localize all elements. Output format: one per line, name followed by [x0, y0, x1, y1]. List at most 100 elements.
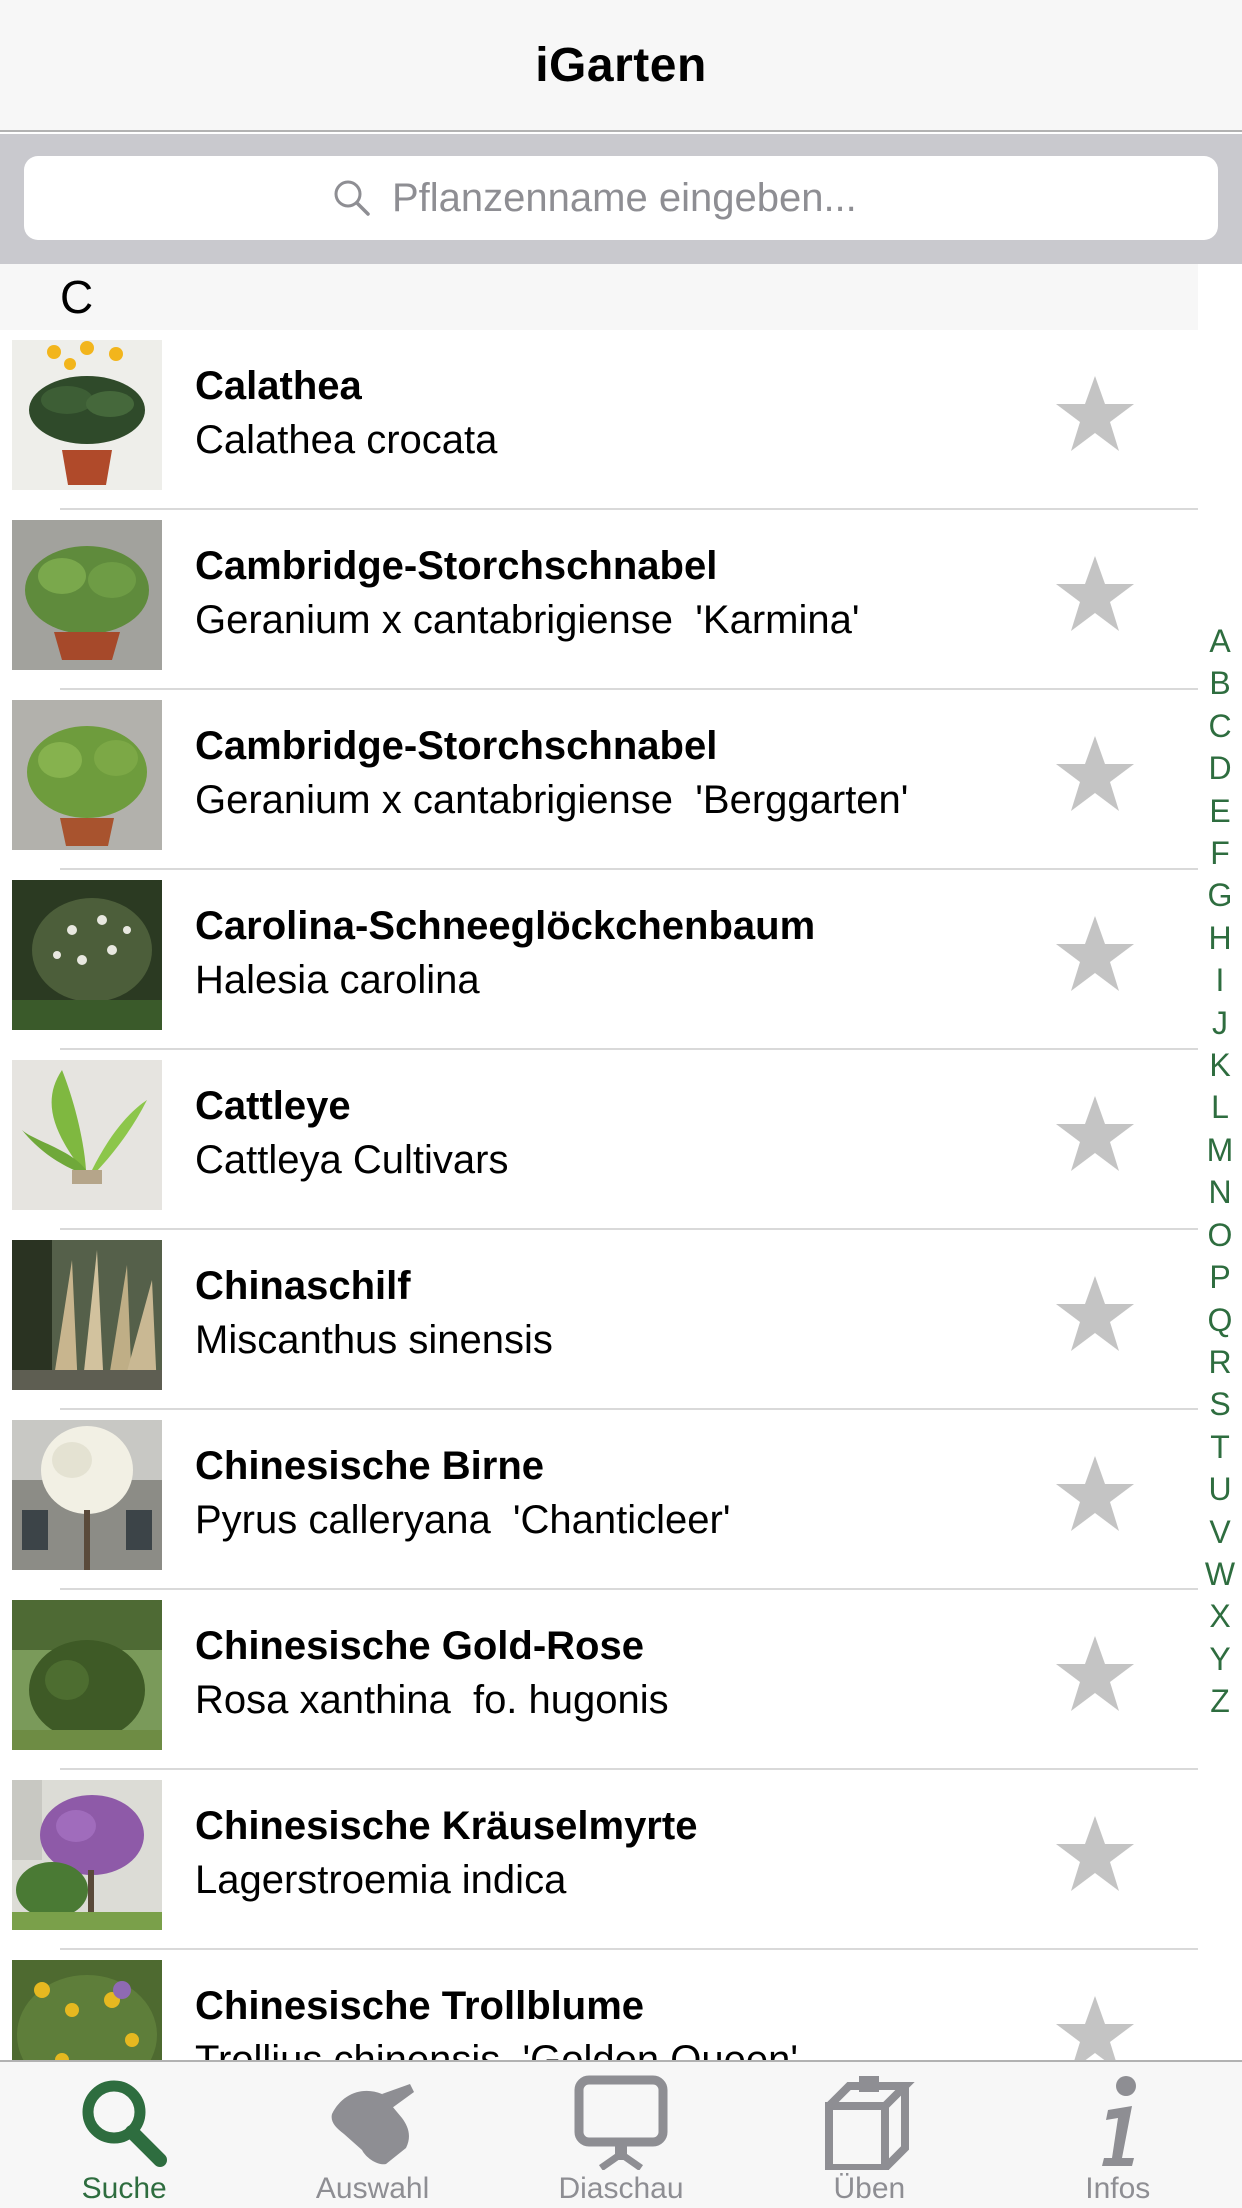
list-item[interactable]: Chinesische Kräuselmyrte Lagerstroemia i…	[0, 1770, 1198, 1950]
alphabet-index[interactable]: A B C D E F G H I J K L M N O P Q R S T …	[1198, 620, 1242, 1723]
star-icon[interactable]	[1054, 1454, 1136, 1534]
star-icon[interactable]	[1054, 554, 1136, 634]
plant-latin-name: Geranium x cantabrigiense 'Berggarten'	[195, 778, 909, 822]
index-letter[interactable]: O	[1208, 1214, 1233, 1256]
search-bar	[0, 134, 1242, 264]
index-letter[interactable]: U	[1208, 1468, 1231, 1510]
list-item[interactable]: Chinaschilf Miscanthus sinensis	[0, 1230, 1198, 1410]
index-letter[interactable]: G	[1208, 874, 1233, 916]
tab-label: Auswahl	[315, 2172, 430, 2205]
plant-latin-name: Rosa xanthina fo. hugonis	[195, 1678, 669, 1722]
plant-name: Cattleye	[195, 1084, 351, 1128]
tab-label: Üben	[833, 2172, 906, 2205]
plant-latin-name: Lagerstroemia indica	[195, 1858, 567, 1902]
list-item[interactable]: Chinesische Gold-Rose Rosa xanthina fo. …	[0, 1590, 1198, 1770]
search-field[interactable]	[24, 156, 1218, 240]
plant-name: Calathea	[195, 364, 362, 408]
flashcards-icon	[825, 2076, 915, 2170]
index-letter[interactable]: W	[1205, 1553, 1235, 1595]
tab-label: Diaschau	[558, 2172, 684, 2205]
index-letter[interactable]: A	[1209, 620, 1230, 662]
list-item[interactable]: Cambridge-Storchschnabel Geranium x cant…	[0, 510, 1198, 690]
search-input[interactable]	[392, 175, 912, 221]
star-icon[interactable]	[1054, 1094, 1136, 1174]
plant-thumbnail	[12, 1780, 162, 1930]
plant-thumbnail	[12, 700, 162, 850]
index-letter[interactable]: Z	[1210, 1680, 1230, 1722]
plant-name: Chinesische Gold-Rose	[195, 1624, 644, 1668]
list-item[interactable]: Cattleye Cattleya Cultivars	[0, 1050, 1198, 1230]
tab-bar: Suche Auswahl Diaschau Üben Infos	[0, 2060, 1242, 2208]
index-letter[interactable]: X	[1209, 1595, 1230, 1637]
tab-label: Suche	[81, 2172, 167, 2205]
list-item[interactable]: Cambridge-Storchschnabel Geranium x cant…	[0, 690, 1198, 870]
index-letter[interactable]: F	[1210, 832, 1230, 874]
list-item[interactable]: Chinesische Birne Pyrus calleryana 'Chan…	[0, 1410, 1198, 1590]
plant-latin-name: Pyrus calleryana 'Chanticleer'	[195, 1498, 731, 1542]
tab-suche[interactable]: Suche	[0, 2062, 248, 2208]
index-letter[interactable]: Y	[1209, 1638, 1230, 1680]
index-letter[interactable]: B	[1209, 662, 1230, 704]
plant-latin-name: Miscanthus sinensis	[195, 1318, 553, 1362]
info-icon	[1101, 2076, 1136, 2166]
plant-thumbnail	[12, 1600, 162, 1750]
index-letter[interactable]: R	[1208, 1341, 1231, 1383]
index-letter[interactable]: H	[1208, 917, 1231, 959]
star-icon[interactable]	[1054, 1994, 1136, 2060]
index-letter[interactable]: S	[1209, 1383, 1230, 1425]
index-letter[interactable]: C	[1208, 705, 1231, 747]
plant-name: Chinesische Birne	[195, 1444, 545, 1488]
tab-ueben[interactable]: Üben	[745, 2062, 993, 2208]
index-letter[interactable]: V	[1209, 1511, 1230, 1553]
plant-name: Chinaschilf	[195, 1264, 411, 1308]
plant-thumbnail	[12, 1060, 162, 1210]
slideshow-screen-icon	[574, 2075, 668, 2170]
tab-auswahl[interactable]: Auswahl	[248, 2062, 496, 2208]
plant-name: Chinesische Kräuselmyrte	[195, 1804, 698, 1848]
hand-icon	[332, 2084, 415, 2165]
index-letter[interactable]: Q	[1208, 1299, 1233, 1341]
index-letter[interactable]: N	[1208, 1171, 1231, 1213]
plant-thumbnail	[12, 1420, 162, 1570]
plant-name: Cambridge-Storchschnabel	[195, 724, 718, 768]
plant-latin-name: Cattleya Cultivars	[195, 1138, 509, 1182]
plant-latin-name: Halesia carolina	[195, 958, 480, 1002]
star-icon[interactable]	[1054, 1274, 1136, 1354]
star-icon[interactable]	[1054, 734, 1136, 814]
index-letter[interactable]: D	[1208, 747, 1231, 789]
plant-thumbnail	[12, 1960, 162, 2060]
index-letter[interactable]: J	[1212, 1002, 1228, 1044]
index-letter[interactable]: P	[1209, 1256, 1230, 1298]
star-icon[interactable]	[1054, 374, 1136, 454]
index-letter[interactable]: M	[1207, 1129, 1234, 1171]
tab-infos[interactable]: Infos	[994, 2062, 1242, 2208]
plant-thumbnail	[12, 340, 162, 490]
plant-list[interactable]: C Calathea Calathea crocata Cambridge-St…	[0, 264, 1198, 2060]
plant-name: Carolina-Schneeglöckchenbaum	[195, 904, 816, 948]
tab-diaschau[interactable]: Diaschau	[497, 2062, 745, 2208]
search-icon	[334, 180, 370, 216]
plant-latin-name: Geranium x cantabrigiense 'Karmina'	[195, 598, 860, 642]
plant-name: Cambridge-Storchschnabel	[195, 544, 718, 588]
star-icon[interactable]	[1054, 1634, 1136, 1714]
tab-label: Infos	[1085, 2172, 1151, 2205]
navigation-bar: iGarten	[0, 0, 1242, 132]
index-letter[interactable]: T	[1210, 1426, 1230, 1468]
section-header: C	[0, 264, 1198, 330]
index-letter[interactable]: K	[1209, 1044, 1230, 1086]
list-item[interactable]: Calathea Calathea crocata	[0, 330, 1198, 510]
plant-thumbnail	[12, 520, 162, 670]
index-letter[interactable]: E	[1209, 790, 1230, 832]
star-icon[interactable]	[1054, 914, 1136, 994]
plant-name: Chinesische Trollblume	[195, 1984, 645, 2028]
plant-latin-name: Calathea crocata	[195, 418, 498, 462]
index-letter[interactable]: L	[1211, 1086, 1229, 1128]
list-item[interactable]: Chinesische Trollblume Trollius chinensi…	[0, 1950, 1198, 2060]
page-title: iGarten	[535, 38, 707, 92]
index-letter[interactable]: I	[1216, 959, 1225, 1001]
plant-latin-name: Trollius chinensis 'Golden Queen'	[195, 2038, 798, 2060]
list-item[interactable]: Carolina-Schneeglöckchenbaum Halesia car…	[0, 870, 1198, 1050]
search-icon	[82, 2080, 167, 2167]
plant-thumbnail	[12, 1240, 162, 1390]
star-icon[interactable]	[1054, 1814, 1136, 1894]
